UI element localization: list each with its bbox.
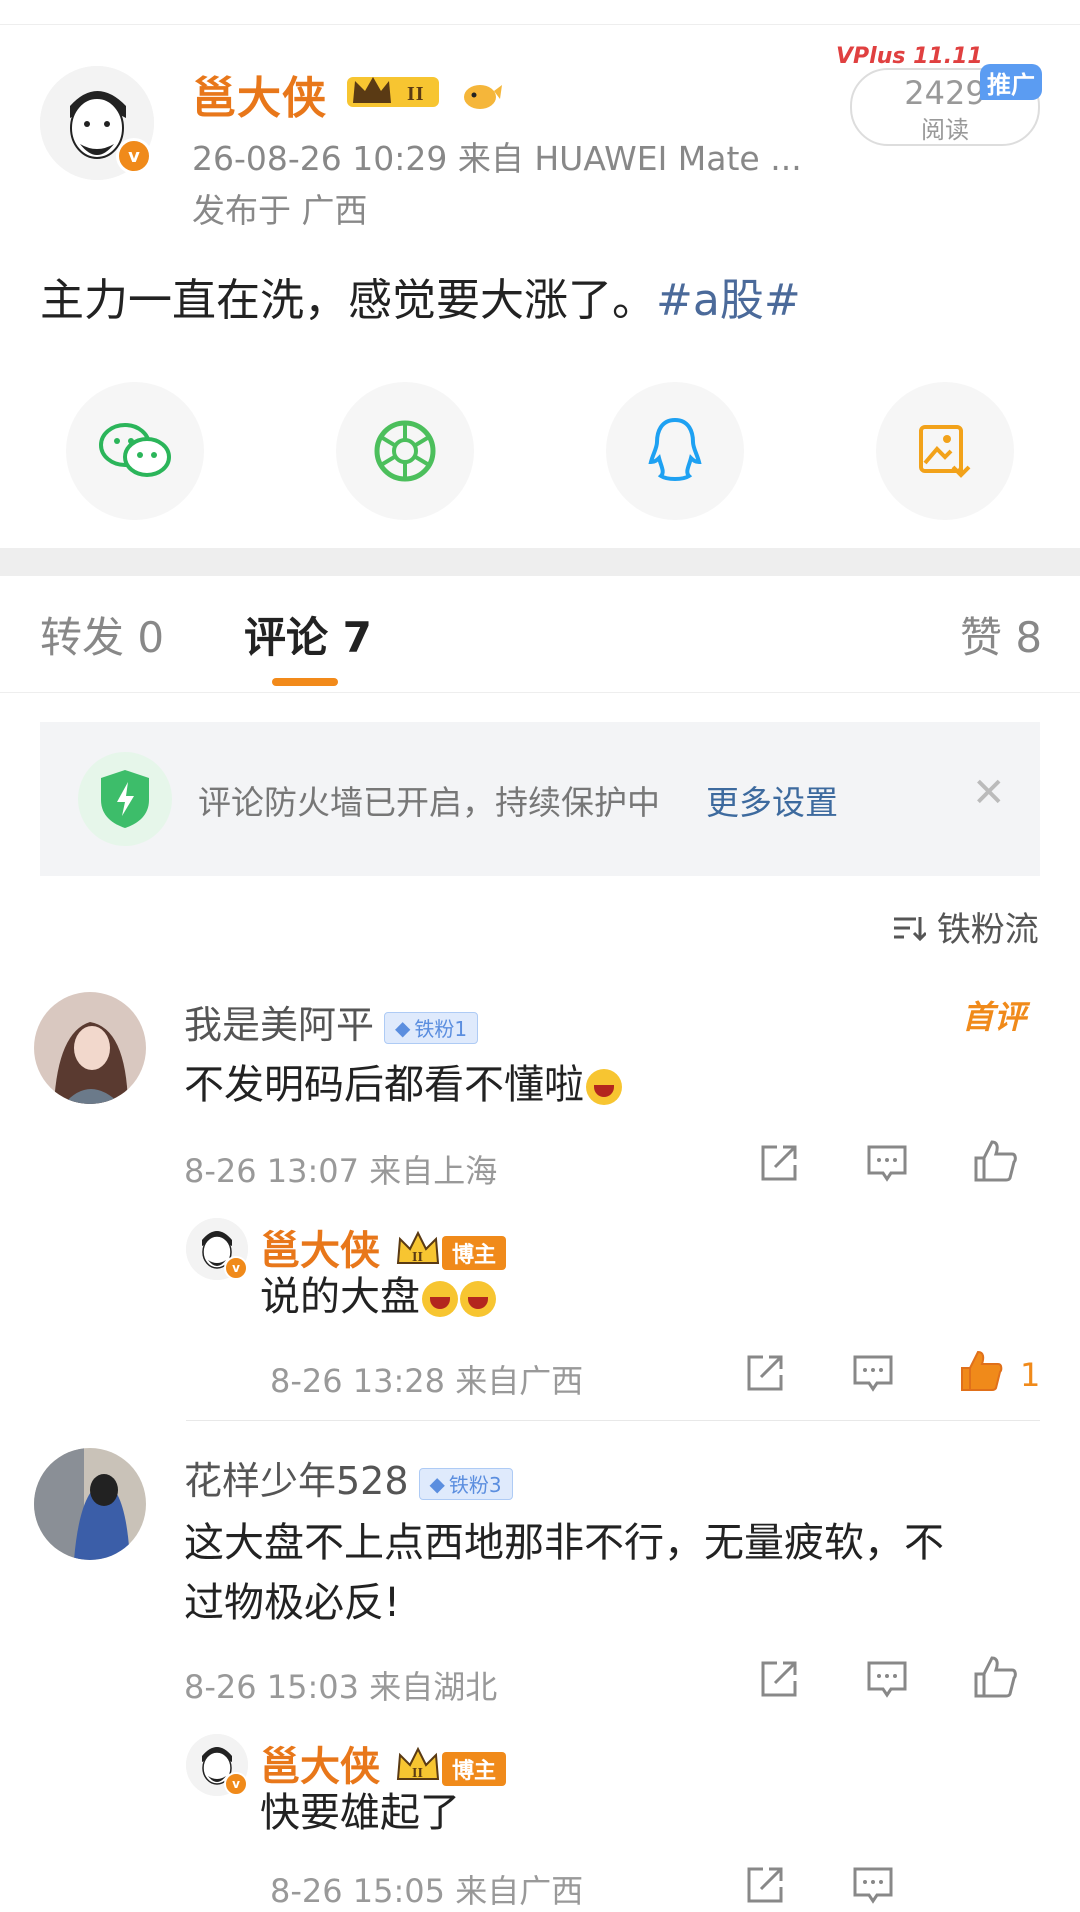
- like-icon[interactable]: [972, 1654, 1018, 1700]
- comment-text-line-1: 这大盘不上点西地那非不行，无量疲软，不: [184, 1520, 944, 1566]
- commenter-avatar[interactable]: [34, 1448, 146, 1560]
- post-author-name[interactable]: 邕大侠 II: [192, 62, 502, 126]
- reply-time: 8-26 13:28 来自广西: [270, 1362, 584, 1400]
- post-hashtag[interactable]: #a股#: [656, 275, 801, 326]
- more-settings-link[interactable]: 更多设置: [706, 776, 838, 824]
- comment-icon[interactable]: [850, 1862, 896, 1908]
- reply-text: 快要雄起了: [260, 1790, 460, 1836]
- comment-body: 不发明码后都看不懂啦: [184, 1062, 584, 1108]
- sort-toggle[interactable]: 铁粉流: [890, 902, 1039, 952]
- vip-crown-icon: II: [343, 69, 443, 113]
- share-icon[interactable]: [742, 1350, 788, 1396]
- comment-text-line-2: 过物极必反!: [184, 1580, 401, 1626]
- comment-text: 不发明码后都看不懂啦: [184, 1054, 622, 1116]
- share-moments-button[interactable]: [336, 382, 474, 520]
- firewall-text: 评论防火墙已开启，持续保护中: [198, 783, 660, 822]
- reply-like-count: 1: [1020, 1356, 1041, 1394]
- svg-text:II: II: [412, 1250, 423, 1265]
- post-time-source: 26-08-26 10:29 来自 HUAWEI Mate ...: [192, 139, 802, 178]
- comment-firewall-banner: 评论防火墙已开启，持续保护中 更多设置 ✕: [40, 722, 1040, 876]
- share-icon[interactable]: [756, 1656, 802, 1702]
- commenter-name[interactable]: 花样少年528 ◆ 铁粉3: [184, 1450, 513, 1505]
- like-icon[interactable]: [972, 1138, 1018, 1184]
- comment-icon[interactable]: [864, 1656, 910, 1702]
- tab-repost[interactable]: 转发 0: [40, 604, 164, 665]
- comment-divider: [186, 1420, 1040, 1421]
- laughing-emoji-icon: [460, 1281, 496, 1317]
- post-text: 主力一直在洗，感觉要大涨了。#a股#: [40, 264, 801, 328]
- reply-time: 8-26 15:05 来自广西: [270, 1872, 584, 1910]
- author-name-text: 邕大侠: [192, 73, 327, 124]
- post-location: 发布于 广西: [192, 191, 368, 230]
- laughing-emoji-icon: [586, 1069, 622, 1105]
- verified-badge-icon: v: [224, 1772, 248, 1796]
- share-icon[interactable]: [742, 1862, 788, 1908]
- share-icon[interactable]: [756, 1140, 802, 1186]
- comment-icon[interactable]: [864, 1140, 910, 1186]
- blogger-badge: 博主: [441, 1236, 506, 1270]
- tab-divider: [0, 692, 1080, 693]
- qq-icon: [648, 417, 702, 481]
- commenter-name-text: 花样少年528: [184, 1459, 409, 1503]
- close-icon[interactable]: ✕: [972, 770, 1006, 816]
- comment-time: 8-26 15:03 来自湖北: [184, 1668, 498, 1706]
- svg-text:II: II: [407, 83, 425, 105]
- laughing-emoji-icon: [422, 1281, 458, 1317]
- comment-icon[interactable]: [850, 1350, 896, 1396]
- active-tab-indicator: [272, 678, 338, 686]
- vplus-label: VPlus 11.11: [836, 44, 983, 69]
- svg-text:II: II: [412, 1766, 423, 1781]
- save-image-button[interactable]: [876, 382, 1014, 520]
- blogger-badge: 博主: [441, 1752, 506, 1786]
- diamond-icon: ◆: [395, 1015, 411, 1040]
- wechat-icon: [99, 423, 171, 477]
- fan-badge: ◆ 铁粉1: [384, 1011, 479, 1044]
- read-label: 阅读: [921, 116, 969, 144]
- section-gap: [0, 548, 1080, 576]
- shield-icon: [78, 752, 172, 846]
- verified-badge-icon: v: [224, 1256, 248, 1280]
- post-body: 主力一直在洗，感觉要大涨了。: [40, 275, 656, 326]
- tab-comment[interactable]: 评论 7: [244, 604, 372, 665]
- share-wechat-button[interactable]: [66, 382, 204, 520]
- reply-body: 说的大盘: [260, 1274, 420, 1320]
- comment-time: 8-26 13:07 来自上海: [184, 1152, 498, 1190]
- sort-label: 铁粉流: [936, 910, 1039, 950]
- diamond-icon: ◆: [429, 1471, 445, 1496]
- mascot-icon: [460, 73, 502, 124]
- first-comment-badge: 首评: [962, 998, 1027, 1036]
- commenter-avatar[interactable]: [34, 992, 146, 1104]
- sort-icon: [890, 912, 928, 952]
- fan-badge-text: 铁粉3: [448, 1473, 502, 1497]
- liked-icon[interactable]: [958, 1348, 1004, 1394]
- share-qq-button[interactable]: [606, 382, 744, 520]
- fan-badge: ◆ 铁粉3: [418, 1467, 513, 1500]
- top-divider: [0, 24, 1080, 25]
- verified-badge-icon: v: [116, 138, 152, 174]
- reply-text: 说的大盘: [260, 1266, 496, 1328]
- commenter-name[interactable]: 我是美阿平 ◆ 铁粉1: [184, 994, 479, 1049]
- save-image-icon: [919, 425, 971, 478]
- promo-badge[interactable]: 推广: [980, 64, 1042, 100]
- fan-badge-text: 铁粉1: [414, 1017, 468, 1041]
- tab-like[interactable]: 赞 8: [960, 604, 1042, 665]
- moments-icon: [374, 420, 436, 482]
- commenter-name-text: 我是美阿平: [184, 1003, 375, 1047]
